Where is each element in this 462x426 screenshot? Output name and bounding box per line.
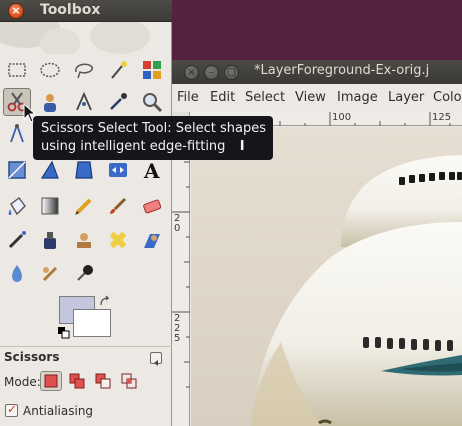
crop-icon[interactable] bbox=[3, 156, 31, 184]
airplane-photo bbox=[191, 127, 462, 426]
options-menu-icon[interactable] bbox=[150, 352, 162, 366]
eraser-icon[interactable] bbox=[138, 192, 166, 220]
mouse-cursor-icon bbox=[23, 102, 37, 123]
background-color-swatch[interactable] bbox=[73, 309, 111, 337]
svg-text:A: A bbox=[143, 159, 160, 182]
tooltip-line-2: using intelligent edge-fitting I bbox=[41, 138, 265, 156]
bucket-fill-icon[interactable] bbox=[3, 192, 31, 220]
flip-icon[interactable] bbox=[104, 156, 132, 184]
smudge-icon[interactable] bbox=[36, 260, 64, 288]
ruler-label: 125 bbox=[432, 112, 452, 123]
dodge-burn-icon[interactable] bbox=[70, 260, 98, 288]
rotate-icon[interactable] bbox=[36, 156, 64, 184]
tool-options-title: Scissors bbox=[4, 350, 60, 364]
toolbox-titlebar[interactable]: × Toolbox bbox=[0, 0, 172, 22]
wilber-drop-area[interactable] bbox=[0, 22, 172, 54]
text-icon[interactable]: A bbox=[138, 156, 166, 184]
tooltip-line-2-text: using intelligent edge-fitting bbox=[41, 139, 226, 154]
ruler-label: 2 0 bbox=[174, 213, 181, 234]
fuzzy-select-icon[interactable] bbox=[104, 56, 132, 84]
minimize-icon[interactable]: – bbox=[204, 65, 219, 80]
free-select-icon[interactable] bbox=[70, 56, 98, 84]
menu-colors[interactable]: Colo bbox=[433, 90, 462, 105]
clone-icon[interactable] bbox=[70, 226, 98, 254]
antialiasing-label: Antialiasing bbox=[23, 404, 94, 418]
menu-layer[interactable]: Layer bbox=[388, 90, 424, 105]
paintbrush-icon[interactable] bbox=[104, 192, 132, 220]
tooltip-line-1: Scissors Select Tool: Select shapes bbox=[41, 121, 266, 136]
perspective-clone-icon[interactable] bbox=[138, 226, 166, 254]
close-icon[interactable]: × bbox=[8, 3, 24, 19]
default-colors-icon[interactable] bbox=[58, 324, 70, 339]
rect-select-icon[interactable] bbox=[3, 56, 31, 84]
menu-view[interactable]: View bbox=[295, 90, 326, 105]
ruler-label: 2 2 5 bbox=[174, 313, 181, 344]
mode-subtract-button[interactable] bbox=[92, 371, 114, 391]
mode-intersect-button[interactable] bbox=[118, 371, 140, 391]
menu-edit[interactable]: Edit bbox=[210, 90, 235, 105]
zoom-icon[interactable] bbox=[138, 88, 166, 116]
tooltip: Scissors Select Tool: Select shapes usin… bbox=[33, 116, 273, 160]
airbrush-icon[interactable] bbox=[3, 226, 31, 254]
mode-add-button[interactable] bbox=[66, 371, 88, 391]
color-picker-icon[interactable] bbox=[104, 88, 132, 116]
vertical-ruler[interactable]: 2 0 2 2 5 bbox=[172, 126, 190, 426]
image-window: × – □ *LayerForeground-Ex-orig.j File Ed… bbox=[172, 60, 462, 426]
antialiasing-checkbox[interactable]: ✓ bbox=[5, 402, 18, 417]
divider bbox=[0, 346, 172, 347]
mode-replace-button[interactable] bbox=[40, 371, 62, 391]
image-titlebar[interactable]: × – □ *LayerForeground-Ex-orig.j bbox=[172, 60, 462, 84]
tooltip-shortcut: I bbox=[239, 139, 245, 154]
measure-icon[interactable] bbox=[3, 120, 31, 148]
paths-icon[interactable] bbox=[70, 88, 98, 116]
toolbox-title: Toolbox bbox=[40, 2, 101, 18]
maximize-icon[interactable]: □ bbox=[224, 65, 239, 80]
heal-icon[interactable] bbox=[104, 226, 132, 254]
image-canvas[interactable] bbox=[191, 127, 462, 426]
ruler-label: 100 bbox=[332, 112, 352, 123]
blend-icon[interactable] bbox=[36, 192, 64, 220]
menu-file[interactable]: File bbox=[177, 90, 199, 105]
menu-select[interactable]: Select bbox=[245, 90, 285, 105]
image-title: *LayerForeground-Ex-orig.j bbox=[254, 63, 430, 78]
menubar: File Edit Select View Image Layer Colo bbox=[172, 84, 462, 110]
toolbox-window: × Toolbox A Scissors Mode: ✓ Antialiasin… bbox=[0, 0, 172, 426]
perspective-icon[interactable] bbox=[70, 156, 98, 184]
close-icon[interactable]: × bbox=[184, 65, 199, 80]
blur-icon[interactable] bbox=[3, 260, 31, 288]
menu-image[interactable]: Image bbox=[337, 90, 378, 105]
foreground-select-icon[interactable] bbox=[36, 88, 64, 116]
ink-icon[interactable] bbox=[36, 226, 64, 254]
mode-label: Mode: bbox=[4, 375, 41, 389]
pencil-icon[interactable] bbox=[70, 192, 98, 220]
swap-colors-icon[interactable] bbox=[99, 294, 113, 308]
select-by-color-icon[interactable] bbox=[138, 56, 166, 84]
ellipse-select-icon[interactable] bbox=[36, 56, 64, 84]
